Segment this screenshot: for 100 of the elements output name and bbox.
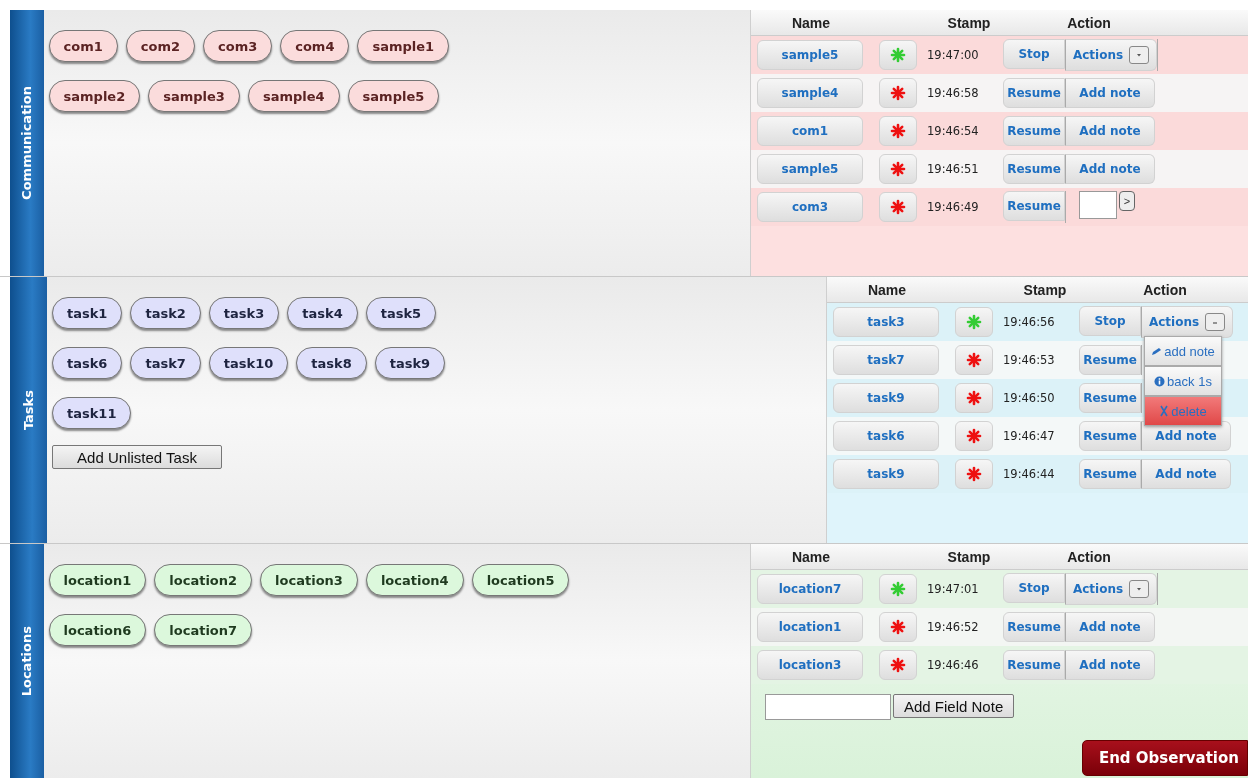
add-note-button[interactable]: Add note	[1065, 116, 1155, 146]
timestamp: 19:46:56	[1003, 315, 1056, 329]
timestamp: 19:46:58	[927, 86, 980, 100]
running-star-icon	[890, 47, 906, 63]
note-input-field[interactable]	[1079, 191, 1117, 219]
chip-button[interactable]: task1	[52, 297, 123, 329]
add-note-button[interactable]: Add note	[1141, 459, 1231, 489]
add-note-button[interactable]: Add note	[1065, 154, 1155, 184]
chip-button[interactable]: task10	[208, 347, 289, 379]
submit-button[interactable]: >	[1119, 191, 1135, 211]
name-button[interactable]: com3	[757, 192, 863, 222]
name-button[interactable]: com1	[757, 116, 863, 146]
timestamp: 19:46:44	[1003, 467, 1056, 481]
pencil-icon	[1151, 346, 1163, 356]
chip-button[interactable]: sample2	[48, 80, 141, 112]
column-header: Name	[866, 281, 908, 298]
column-header: Action	[1066, 548, 1112, 565]
status-button[interactable]	[955, 421, 993, 451]
chip-button[interactable]: location3	[260, 564, 358, 596]
stop-resume-button[interactable]: Resume	[1003, 116, 1065, 146]
end-observation-button[interactable]: End Observation	[1081, 740, 1248, 776]
chip-button[interactable]: location5	[471, 564, 570, 596]
chip-button[interactable]: com3	[203, 30, 273, 62]
stop-resume-button[interactable]: Resume	[1079, 383, 1141, 413]
status-button[interactable]	[879, 78, 917, 108]
chip-button[interactable]: sample4	[247, 80, 340, 112]
name-button[interactable]: sample5	[757, 154, 863, 184]
timestamp: 19:46:52	[927, 620, 980, 634]
status-button[interactable]	[879, 116, 917, 146]
stopped-star-icon	[890, 161, 906, 177]
name-button[interactable]: sample4	[757, 78, 863, 108]
stop-resume-button[interactable]: Resume	[1003, 78, 1065, 108]
status-button[interactable]	[955, 383, 993, 413]
chip-button[interactable]: sample5	[347, 80, 440, 112]
chip-button[interactable]: task5	[365, 297, 437, 329]
status-button[interactable]	[955, 459, 993, 489]
timestamp: 19:46:51	[927, 162, 980, 176]
chip-button[interactable]: location1	[48, 564, 147, 596]
status-button[interactable]	[879, 650, 917, 680]
column-header: Action	[1066, 14, 1112, 31]
name-button[interactable]: task9	[833, 459, 939, 489]
name-button[interactable]: task7	[833, 345, 939, 375]
stopped-star-icon	[966, 466, 982, 482]
chip-button[interactable]: task8	[296, 347, 367, 379]
name-button[interactable]: location1	[757, 612, 863, 642]
chip-button[interactable]: location6	[48, 614, 147, 646]
chip-button[interactable]: task3	[208, 297, 280, 329]
chip-button[interactable]: sample3	[148, 80, 240, 112]
name-button[interactable]: task9	[833, 383, 939, 413]
add-note-button[interactable]: Add note	[1065, 612, 1155, 642]
chip-button[interactable]: task6	[52, 347, 123, 379]
status-button[interactable]	[879, 154, 917, 184]
field-note-input[interactable]	[765, 694, 891, 720]
name-button[interactable]: task3	[833, 307, 939, 337]
status-button[interactable]	[955, 345, 993, 375]
add-note-button[interactable]: Add note	[1065, 78, 1155, 108]
column-header: Stamp	[1022, 281, 1068, 298]
column-header: Name	[790, 14, 832, 31]
stop-resume-button[interactable]: Resume	[1079, 459, 1141, 489]
stop-resume-button[interactable]: Stop	[1003, 573, 1065, 603]
timestamp: 19:46:53	[1003, 353, 1056, 367]
stop-resume-button[interactable]: Resume	[1079, 345, 1141, 375]
actions-dropdown[interactable]: Actions	[1065, 39, 1157, 71]
actions-dropdown[interactable]: Actions	[1065, 573, 1157, 605]
stop-resume-button[interactable]: Resume	[1079, 421, 1141, 451]
column-header: Stamp	[946, 14, 992, 31]
chip-button[interactable]: task11	[52, 397, 132, 429]
status-button[interactable]	[879, 192, 917, 222]
stop-resume-button[interactable]: Resume	[1003, 191, 1065, 221]
chip-button[interactable]: location2	[154, 564, 253, 596]
name-button[interactable]: location3	[757, 650, 863, 680]
caret-icon	[1211, 319, 1220, 325]
name-button[interactable]: task6	[833, 421, 939, 451]
caret-icon	[1135, 52, 1144, 58]
chip-button[interactable]: location4	[365, 564, 464, 596]
stop-resume-button[interactable]: Resume	[1003, 154, 1065, 184]
name-button[interactable]: location7	[757, 574, 863, 604]
chip-button[interactable]: task9	[374, 347, 446, 379]
add-note-button[interactable]: Add note	[1065, 650, 1155, 680]
chip-button[interactable]: com1	[48, 30, 118, 62]
add-field-note-button[interactable]: Add Field Note	[893, 694, 1015, 718]
status-button[interactable]	[879, 612, 917, 642]
chip-button[interactable]: task7	[130, 347, 201, 379]
chip-button[interactable]: location7	[154, 614, 253, 646]
timestamp: 19:46:47	[1003, 429, 1056, 443]
info-icon	[1154, 375, 1166, 387]
name-button[interactable]: sample5	[757, 40, 863, 70]
menu-item[interactable]: back 1s	[1144, 366, 1222, 396]
stop-resume-button[interactable]: Resume	[1003, 612, 1065, 642]
chip-button[interactable]: task4	[287, 297, 358, 329]
chip-button[interactable]: task2	[130, 297, 201, 329]
actions-dropdown[interactable]: Actions	[1141, 306, 1233, 338]
chip-button[interactable]: com2	[125, 30, 195, 62]
stop-resume-button[interactable]: Stop	[1079, 306, 1141, 336]
add-task-button[interactable]: Add Unlisted Task	[52, 445, 222, 469]
chip-button[interactable]: sample1	[357, 30, 450, 62]
chip-button[interactable]: com4	[280, 30, 350, 62]
stop-resume-button[interactable]: Stop	[1003, 39, 1065, 69]
stop-resume-button[interactable]: Resume	[1003, 650, 1065, 680]
menu-item[interactable]: add note	[1144, 336, 1222, 366]
